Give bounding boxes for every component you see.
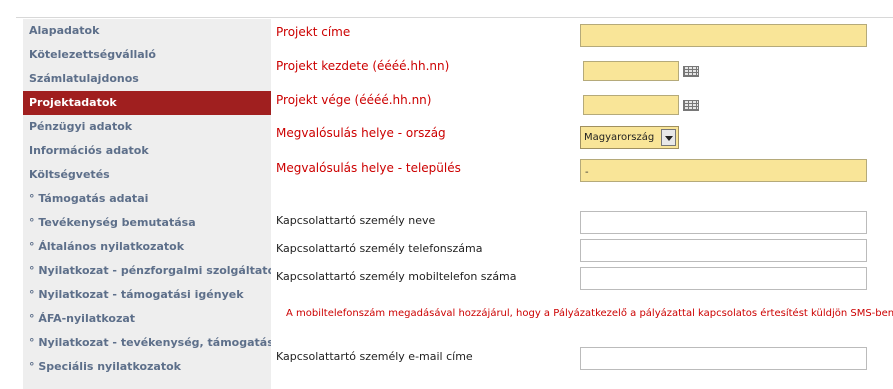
- kapcsolattarto-telefon-label: Kapcsolattartó személy telefonszáma: [276, 242, 483, 255]
- projekt-kezdete-label: Projekt kezdete (éééé.hh.nn): [276, 59, 450, 73]
- kapcsolattarto-mobil-value: [581, 275, 585, 286]
- chevron-down-icon[interactable]: [661, 129, 676, 146]
- kapcsolattarto-nev-value: [581, 219, 585, 230]
- kapcsolattarto-mobil-label: Kapcsolattartó személy mobiltelefon szám…: [276, 270, 517, 283]
- kapcsolattarto-email-label: Kapcsolattartó személy e-mail címe: [276, 350, 473, 363]
- sidebar-item-altalanos-nyilatkozatok[interactable]: ° Általános nyilatkozatok: [23, 235, 271, 259]
- calendar-icon[interactable]: [683, 66, 699, 77]
- kapcsolattarto-mobil-input[interactable]: [580, 267, 867, 290]
- sidebar-item-tamogatas-adatai[interactable]: ° Támogatás adatai: [23, 187, 271, 211]
- projekt-vege-label: Projekt vége (éééé.hh.nn): [276, 93, 432, 107]
- telepules-label: Megvalósulás helye - település: [276, 161, 461, 175]
- projekt-cime-input[interactable]: [580, 24, 867, 47]
- orszag-select[interactable]: Magyarország: [580, 126, 679, 149]
- orszag-label: Megvalósulás helye - ország: [276, 126, 446, 140]
- sidebar-nav: Alapadatok Kötelezettségvállaló Számlatu…: [23, 19, 271, 389]
- sidebar-item-nyilatkozat-tamogatasi-igenyek[interactable]: ° Nyilatkozat - támogatási igények: [23, 283, 271, 307]
- projekt-cime-value: [581, 32, 585, 43]
- projekt-kezdete-input[interactable]: [583, 61, 679, 81]
- kapcsolattarto-email-value: [581, 355, 585, 366]
- projekt-vege-input[interactable]: [583, 95, 679, 115]
- kapcsolattarto-email-input[interactable]: [580, 347, 867, 370]
- projekt-vege-value: [584, 103, 588, 114]
- sidebar-item-tevekenyseg-bemutatasa[interactable]: ° Tevékenység bemutatása: [23, 211, 271, 235]
- telepules-value: -: [585, 167, 589, 178]
- kapcsolattarto-telefon-input[interactable]: [580, 239, 867, 262]
- calendar-icon[interactable]: [683, 100, 699, 111]
- telepules-input[interactable]: -: [580, 159, 867, 182]
- sidebar-item-afa-nyilatkozat[interactable]: ° ÁFA-nyilatkozat: [23, 307, 271, 331]
- sidebar-item-truncated[interactable]: [23, 379, 271, 389]
- projekt-cime-label: Projekt címe: [276, 25, 351, 39]
- sidebar-item-kotelezettsegvallalo[interactable]: Kötelezettségvállaló: [23, 43, 271, 67]
- top-divider: [16, 17, 893, 18]
- sidebar-item-koltsegvetes[interactable]: Költségvetés: [23, 163, 271, 187]
- sidebar-item-nyilatkozat-penzforgalmi[interactable]: ° Nyilatkozat - pénzforgalmi szolgáltató…: [23, 259, 271, 283]
- sidebar-item-alapadatok[interactable]: Alapadatok: [23, 19, 271, 43]
- kapcsolattarto-telefon-value: [581, 247, 585, 258]
- kapcsolattarto-nev-label: Kapcsolattartó személy neve: [276, 214, 436, 227]
- sidebar-item-penzugyi-adatok[interactable]: Pénzügyi adatok: [23, 115, 271, 139]
- sidebar-item-szamlatulajdonos[interactable]: Számlatulajdonos: [23, 67, 271, 91]
- sidebar-item-specialis-nyilatkozatok[interactable]: ° Speciális nyilatkozatok: [23, 355, 271, 379]
- projekt-kezdete-value: [584, 69, 588, 80]
- sidebar-item-nyilatkozat-tevekenyseg-tamogatas[interactable]: ° Nyilatkozat - tevékenység, támogatás: [23, 331, 271, 355]
- orszag-selected-value: Magyarország: [584, 132, 655, 143]
- mobil-sms-note: A mobiltelefonszám megadásával hozzájáru…: [286, 308, 893, 319]
- sidebar-item-informacios-adatok[interactable]: Információs adatok: [23, 139, 271, 163]
- sidebar-item-projektadatok[interactable]: Projektadatok: [23, 91, 271, 115]
- kapcsolattarto-nev-input[interactable]: [580, 211, 867, 234]
